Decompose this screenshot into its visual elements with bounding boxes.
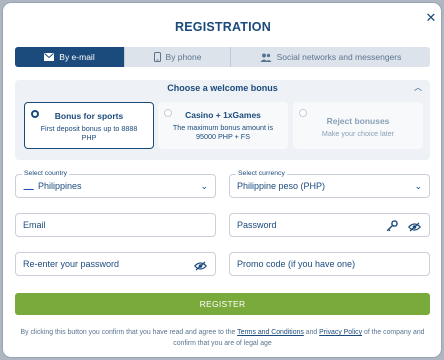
bonus-option-title: Bonus for sports (54, 111, 124, 121)
tab-social[interactable]: Social networks and messengers (230, 47, 430, 67)
eye-off-icon[interactable] (407, 219, 422, 232)
promo-code-field[interactable]: Promo code (if you have one) (229, 252, 430, 276)
dialog-title: REGISTRATION (175, 20, 271, 34)
radio-reject[interactable] (299, 109, 307, 117)
bonus-option-title: Reject bonuses (326, 116, 390, 126)
legal-notice: By clicking this button you confirm that… (15, 327, 430, 349)
key-icon[interactable] (386, 219, 400, 232)
tab-email[interactable]: By e-mail (15, 47, 124, 67)
radio-sports[interactable] (31, 110, 39, 118)
country-select[interactable]: Select country Philippines ⌄ (15, 170, 216, 198)
envelope-icon (44, 53, 55, 61)
registration-dialog: ✕ REGISTRATION By e-mail By phone Social… (2, 2, 442, 358)
promo-code-placeholder: Promo code (if you have one) (237, 259, 356, 269)
eye-off-icon[interactable] (193, 258, 208, 271)
registration-tabs: By e-mail By phone Social networks and m… (15, 47, 430, 67)
legal-and: and (305, 329, 318, 336)
chevron-down-icon: ⌄ (200, 181, 208, 191)
tab-phone[interactable]: By phone (124, 47, 230, 67)
welcome-bonus-panel: Choose a welcome bonus ︿ Bonus for sport… (15, 80, 430, 160)
people-icon (260, 53, 272, 62)
password-placeholder: Password (237, 220, 277, 230)
legal-prefix: By clicking this button you confirm that… (20, 329, 236, 336)
philippines-flag-icon (23, 183, 34, 190)
phone-icon (153, 52, 161, 62)
tab-email-label: By e-mail (59, 52, 95, 62)
bonus-heading: Choose a welcome bonus (167, 83, 278, 93)
email-field[interactable]: Email (15, 213, 216, 237)
bonus-option-desc: Make your choice later (321, 129, 395, 138)
register-button[interactable]: REGISTER (15, 293, 430, 315)
bonus-option-reject[interactable]: Reject bonuses Make your choice later (293, 102, 423, 149)
bonus-option-casino[interactable]: Casino + 1xGames The maximum bonus amoun… (158, 102, 288, 149)
repeat-password-placeholder: Re-enter your password (23, 259, 120, 269)
bonus-option-desc: First deposit bonus up to 8888 PHP (40, 124, 138, 142)
currency-label: Select currency (236, 170, 287, 178)
radio-casino[interactable] (164, 109, 172, 117)
bonus-option-desc: The maximum bonus amount is 95000 PHP + … (172, 123, 274, 141)
chevron-down-icon: ⌄ (414, 181, 422, 191)
email-placeholder: Email (23, 220, 46, 230)
password-field[interactable]: Password (229, 213, 430, 237)
currency-value: Philippine peso (PHP) (237, 181, 326, 191)
privacy-link[interactable]: Privacy Policy (319, 329, 362, 336)
chevron-up-icon[interactable]: ︿ (414, 84, 422, 92)
bonus-option-title: Casino + 1xGames (185, 110, 261, 120)
repeat-password-field[interactable]: Re-enter your password (15, 252, 216, 276)
currency-select[interactable]: Select currency Philippine peso (PHP) ⌄ (229, 170, 430, 198)
country-label: Select country (22, 170, 70, 178)
terms-link[interactable]: Terms and Conditions (237, 329, 304, 336)
country-value: Philippines (38, 181, 82, 191)
tab-social-label: Social networks and messengers (276, 52, 402, 62)
tab-phone-label: By phone (165, 52, 202, 62)
bonus-option-sports[interactable]: Bonus for sports First deposit bonus up … (24, 102, 154, 149)
